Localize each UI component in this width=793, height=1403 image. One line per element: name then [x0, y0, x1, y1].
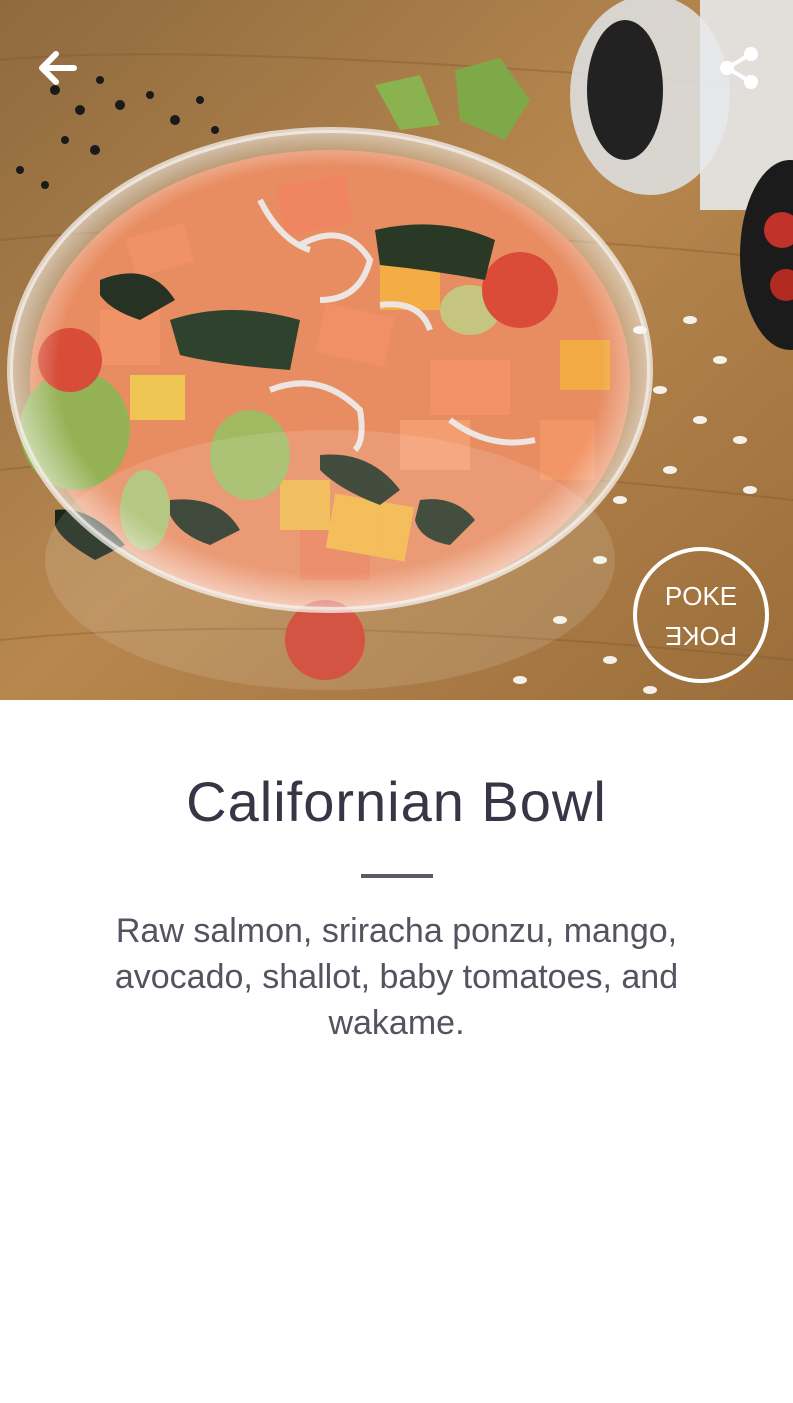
- share-icon: [720, 47, 758, 89]
- title-divider: [360, 874, 433, 878]
- dish-details: Californian Bowl Raw salmon, sriracha po…: [0, 700, 793, 1046]
- hero-image: POKE POKE: [0, 0, 793, 700]
- share-button[interactable]: [711, 40, 767, 96]
- dish-title: Californian Bowl: [186, 770, 607, 833]
- arrow-left-icon: [39, 51, 77, 85]
- svg-text:POKE: POKE: [665, 621, 737, 651]
- poke-logo: POKE POKE: [633, 547, 769, 683]
- back-button[interactable]: [30, 40, 86, 96]
- dish-description: Raw salmon, sriracha ponzu, mango, avoca…: [114, 912, 679, 1042]
- svg-text:POKE: POKE: [665, 581, 737, 611]
